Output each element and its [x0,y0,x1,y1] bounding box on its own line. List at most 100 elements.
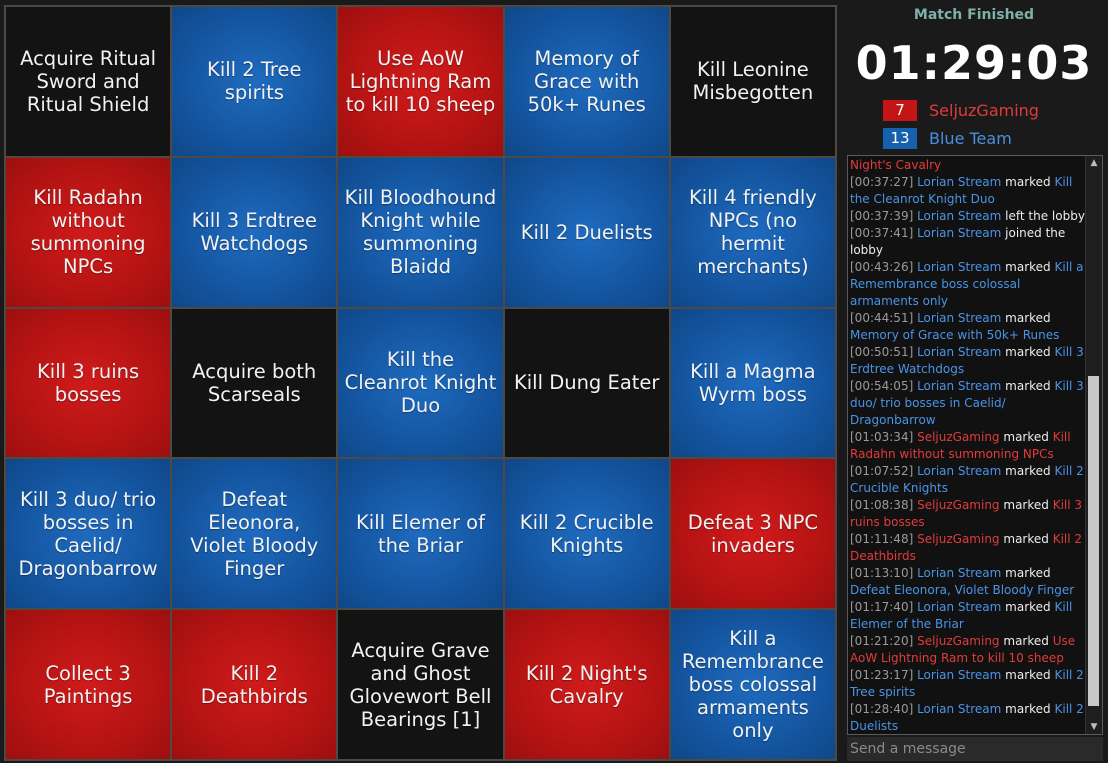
chat-timestamp: [00:43:26] [850,260,918,274]
board-cell[interactable]: Kill 2 Night's Cavalry [504,610,669,759]
board-cell[interactable]: Kill 2 Crucible Knights [504,459,669,609]
chat-timestamp: [00:54:05] [850,379,918,393]
chat-message: [01:28:40] Lorian Stream marked Kill 2 D… [850,701,1086,734]
chat-timestamp: [00:37:27] [850,175,918,189]
chat-message: [00:43:26] Lorian Stream marked Kill a R… [850,259,1086,310]
board-cell[interactable]: Acquire Grave and Ghost Glovewort Bell B… [338,610,503,759]
board-cell[interactable]: Kill the Cleanrot Knight Duo [338,308,503,458]
chat-text: Lorian Stream [917,566,1002,580]
scroll-down-arrow-icon[interactable]: ▼ [1086,720,1102,734]
board-cell[interactable]: Kill Dung Eater [504,308,669,458]
board-cell[interactable]: Kill Bloodhound Knight while summoning B… [338,157,503,307]
chat-text: SeljuzGaming [917,498,1000,512]
chat-scrollbar[interactable]: ▲ ▼ [1085,156,1102,734]
board-cell[interactable]: Defeat 3 NPC invaders [670,459,835,609]
board-cell[interactable]: Kill 3 duo/ trio bosses in Caelid/ Drago… [6,459,171,609]
team-red-name: SeljuzGaming [929,100,1039,120]
chat-timestamp: [01:13:10] [850,566,918,580]
board-cell[interactable]: Kill a Remembrance boss colossal armamen… [670,610,835,759]
chat-text: left the lobby [1001,209,1085,223]
board-cell[interactable]: Kill 3 Erdtree Watchdogs [172,157,337,307]
board-cell[interactable]: Kill Elemer of the Briar [338,459,503,609]
chat-text: marked [1001,311,1051,325]
chat-message: [01:08:38] SeljuzGaming marked Kill 3 ru… [850,497,1086,531]
team-red-row: 7 SeljuzGaming [883,99,1039,121]
board-cell[interactable]: Kill Leonine Misbegotten [670,7,835,156]
chat-message: [01:07:52] Lorian Stream marked Kill 2 C… [850,463,1086,497]
board-cell[interactable]: Defeat Eleonora, Violet Bloody Finger [172,459,337,609]
board-cell[interactable]: Kill 4 friendly NPCs (no hermit merchant… [670,157,835,307]
chat-message: [01:23:17] Lorian Stream marked Kill 2 T… [850,667,1086,701]
board-cell[interactable]: Acquire Ritual Sword and Ritual Shield [6,7,171,156]
board-cell[interactable]: Acquire both Scarseals [172,308,337,458]
board-cell[interactable]: Kill a Magma Wyrm boss [670,308,835,458]
chat-text: marked [999,430,1053,444]
chat-message: [00:54:05] Lorian Stream marked Kill 3 d… [850,378,1086,429]
sidebar: Match Finished 01:29:03 7 SeljuzGaming 1… [840,0,1108,763]
chat-message: [00:44:51] Lorian Stream marked Memory o… [850,310,1086,344]
chat-timestamp: [00:37:39] [850,209,918,223]
chat-message-input[interactable] [847,737,1103,761]
chat-timestamp: [01:08:38] [850,498,918,512]
match-status: Match Finished [913,7,1035,23]
chat-message: [01:11:48] SeljuzGaming marked Kill 2 De… [850,531,1086,565]
chat-message: [01:03:34] SeljuzGaming marked Kill Rada… [850,429,1086,463]
chat-text: marked [999,634,1053,648]
chat-text: marked [1001,702,1055,716]
chat-text: marked [999,532,1053,546]
board-cell[interactable]: Kill 2 Deathbirds [172,610,337,759]
chat-message: [01:17:40] Lorian Stream marked Kill Ele… [850,599,1086,633]
board-cell[interactable]: Kill 3 ruins bosses [6,308,171,458]
board-cell[interactable]: Kill 2 Tree spirits [172,7,337,156]
chat-message: [00:37:39] Lorian Stream left the lobby [850,208,1086,225]
chat-timestamp: [01:28:40] [850,702,918,716]
team-blue-row: 13 Blue Team [883,127,1012,149]
team-red-score: 7 [883,99,917,121]
chat-text: Lorian Stream [917,260,1002,274]
chat-message: [00:37:41] Lorian Stream joined the lobb… [850,225,1086,259]
chat-text: marked [1001,464,1055,478]
chat-text: Lorian Stream [917,702,1002,716]
chat-text: Memory of Grace with 50k+ Runes [850,328,1060,342]
chat-timestamp: [01:11:48] [850,532,918,546]
chat-timestamp: [01:07:52] [850,464,918,478]
chat-log[interactable]: Night's Cavalry [00:37:27] Lorian Stream … [848,156,1086,734]
chat-timestamp: [00:50:51] [850,345,918,359]
chat-text: SeljuzGaming [917,430,1000,444]
chat-text: marked [1001,566,1051,580]
chat-text: marked [1001,600,1055,614]
chat-text: SeljuzGaming [917,532,1000,546]
board-cell[interactable]: Collect 3 Paintings [6,610,171,759]
chat-timestamp: [00:37:41] [850,226,918,240]
chat-timestamp: [01:03:34] [850,430,918,444]
chat-text: Lorian Stream [917,668,1002,682]
chat-text: marked [1001,345,1055,359]
board-cell[interactable]: Use AoW Lightning Ram to kill 10 sheep [338,7,503,156]
board-cell[interactable]: Kill Radahn without summoning NPCs [6,157,171,307]
chat-text: Lorian Stream [917,226,1002,240]
match-timer: 01:29:03 [855,36,1093,90]
chat-message: Night's Cavalry [850,157,1086,174]
scroll-thumb[interactable] [1088,376,1099,706]
chat-text: Lorian Stream [917,600,1002,614]
chat-text: Lorian Stream [917,311,1002,325]
chat-message: [01:21:20] SeljuzGaming marked Use AoW L… [850,633,1086,667]
board-cell[interactable]: Memory of Grace with 50k+ Runes [504,7,669,156]
chat-text: marked [1001,668,1055,682]
chat-text: Lorian Stream [917,175,1002,189]
team-blue-score: 13 [883,127,917,149]
scroll-up-arrow-icon[interactable]: ▲ [1086,156,1102,170]
chat-message: [00:50:51] Lorian Stream marked Kill 3 E… [850,344,1086,378]
board-cell[interactable]: Kill 2 Duelists [504,157,669,307]
chat-timestamp: [01:21:20] [850,634,918,648]
chat-text: Lorian Stream [917,345,1002,359]
chat-message: [00:37:27] Lorian Stream marked Kill the… [850,174,1086,208]
chat-text: Night's Cavalry [850,158,942,172]
chat-timestamp: [01:17:40] [850,600,918,614]
chat-text: Lorian Stream [917,379,1002,393]
chat-text: marked [1001,175,1055,189]
chat-text: Defeat Eleonora, Violet Bloody Finger [850,583,1075,597]
chat-timestamp: [01:23:17] [850,668,918,682]
chat-text: marked [999,498,1053,512]
chat-panel: Night's Cavalry [00:37:27] Lorian Stream … [847,155,1103,735]
